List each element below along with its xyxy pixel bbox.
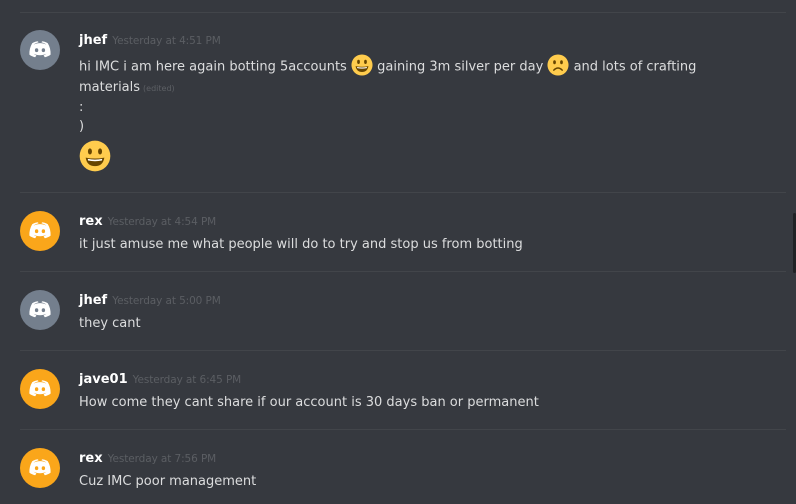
message-text: hi IMC i am here again botting 5accounts [79, 59, 347, 75]
message-header: jhef Yesterday at 5:00 PM [79, 293, 221, 308]
timestamp: Yesterday at 6:45 PM [132, 374, 242, 386]
avatar[interactable] [20, 30, 60, 70]
username[interactable]: rex [79, 451, 103, 466]
avatar[interactable] [20, 448, 60, 488]
message-divider [20, 429, 786, 430]
discord-logo-icon [28, 40, 52, 60]
username[interactable]: jhef [79, 293, 107, 308]
message-header: jave01 Yesterday at 6:45 PM [79, 372, 241, 387]
username[interactable]: rex [79, 214, 103, 229]
message-text: Cuz IMC poor management [79, 474, 257, 489]
smiley-emoji-icon [79, 140, 111, 172]
discord-logo-icon [28, 379, 52, 399]
message-text: How come they cant share if our account … [79, 395, 539, 410]
message-content: hi IMC i am here again botting 5accounts… [79, 56, 699, 172]
smiley-emoji-icon [351, 54, 373, 76]
message-text: they cant [79, 316, 141, 331]
message-header: rex Yesterday at 7:56 PM [79, 451, 216, 466]
message-divider [20, 192, 786, 193]
discord-logo-icon [28, 221, 52, 241]
avatar[interactable] [20, 369, 60, 409]
message-text: : [79, 100, 84, 115]
message-header: rex Yesterday at 4:54 PM [79, 214, 216, 229]
message-header: jhef Yesterday at 4:51 PM [79, 33, 221, 48]
timestamp: Yesterday at 4:54 PM [107, 216, 217, 228]
message-text: materials [79, 80, 141, 95]
username[interactable]: jhef [79, 33, 107, 48]
timestamp: Yesterday at 4:51 PM [112, 35, 221, 47]
timestamp: Yesterday at 5:00 PM [112, 295, 221, 307]
message-text: ) [79, 119, 85, 134]
message-text: gaining 3m silver per day [377, 59, 544, 75]
avatar[interactable] [20, 211, 60, 251]
timestamp: Yesterday at 7:56 PM [107, 453, 217, 465]
message-text: and lots of crafting [573, 59, 697, 75]
discord-logo-icon [28, 300, 52, 320]
edited-tag: (edited) [143, 84, 175, 93]
message-text: it just amuse me what people will do to … [79, 237, 523, 252]
avatar[interactable] [20, 290, 60, 330]
message-divider [20, 12, 786, 13]
message-divider [20, 350, 786, 351]
frowning-emoji-icon [547, 54, 569, 76]
username[interactable]: jave01 [79, 372, 128, 387]
message-divider [20, 271, 786, 272]
discord-logo-icon [28, 458, 52, 478]
